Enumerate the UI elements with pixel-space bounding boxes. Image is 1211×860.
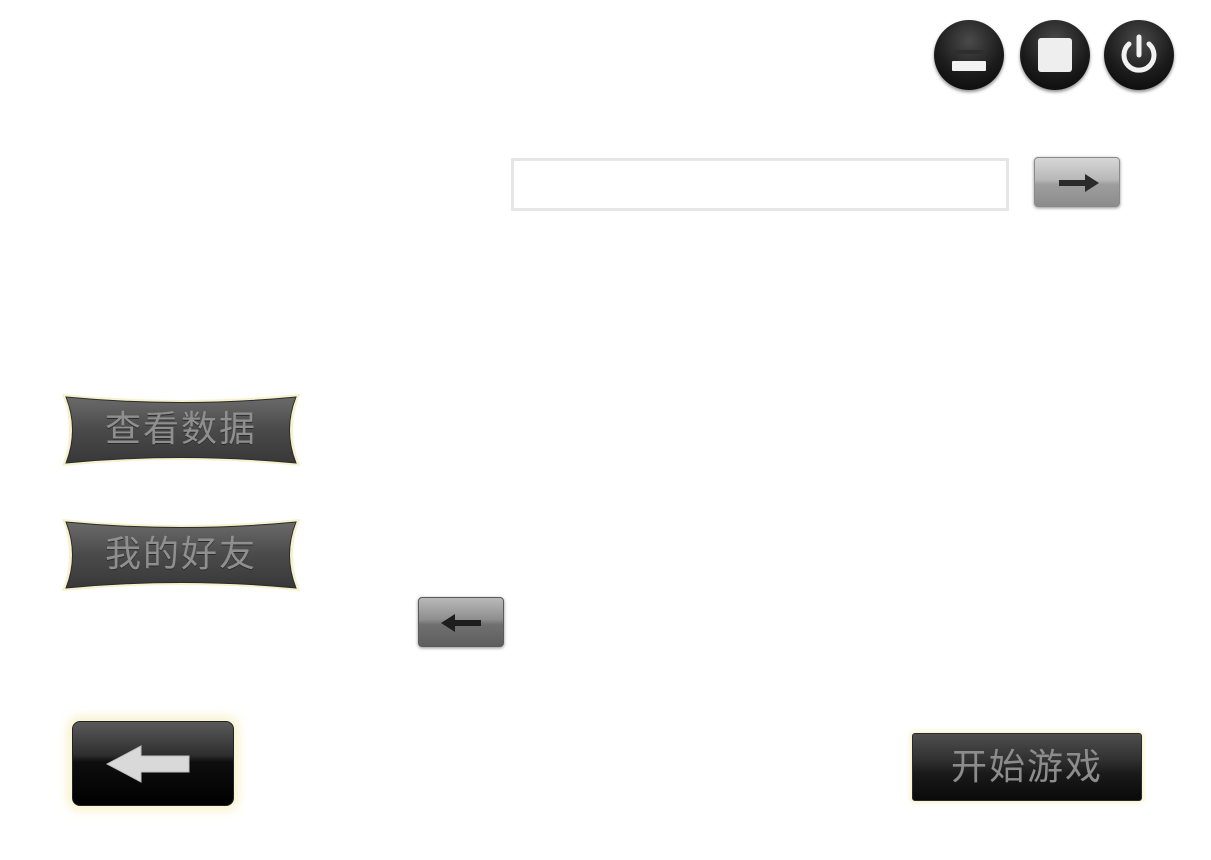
view-data-label: 查看数据 bbox=[104, 409, 257, 450]
maximize-icon bbox=[1038, 38, 1072, 72]
my-friends-button[interactable]: 我的好友 bbox=[58, 515, 304, 595]
minimize-button[interactable] bbox=[934, 20, 1004, 90]
maximize-button[interactable] bbox=[1020, 20, 1090, 90]
power-button[interactable] bbox=[1104, 20, 1174, 90]
minimize-icon bbox=[952, 50, 986, 71]
back-button[interactable] bbox=[72, 721, 234, 806]
power-icon bbox=[1121, 34, 1157, 73]
arrow-left-icon bbox=[441, 614, 481, 632]
start-game-label: 开始游戏 bbox=[950, 747, 1103, 788]
arrow-right-icon bbox=[1059, 174, 1099, 192]
search-input[interactable] bbox=[511, 158, 1009, 211]
arrow-left-icon bbox=[105, 745, 190, 783]
my-friends-label: 我的好友 bbox=[104, 534, 257, 575]
small-back-button[interactable] bbox=[418, 597, 504, 647]
view-data-button[interactable]: 查看数据 bbox=[58, 390, 304, 470]
start-game-button[interactable]: 开始游戏 bbox=[912, 733, 1142, 801]
search-submit-button[interactable] bbox=[1034, 157, 1120, 207]
